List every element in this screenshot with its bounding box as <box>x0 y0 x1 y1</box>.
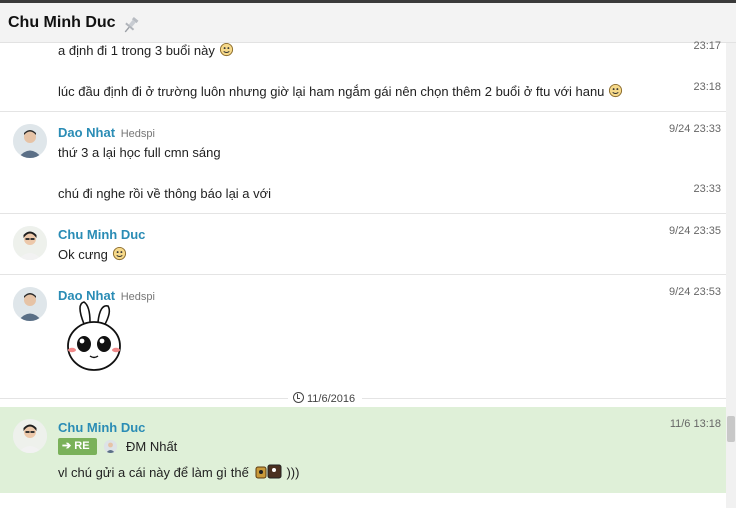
sender-name[interactable]: Chu Minh Duc <box>58 227 145 242</box>
message-text: a định đi 1 trong 3 buổi này <box>58 42 234 58</box>
emoticon-icon <box>255 464 282 479</box>
smiley-icon <box>112 246 126 261</box>
avatar[interactable] <box>13 124 47 158</box>
message-time: 23:17 <box>693 40 721 52</box>
sender-org: Hedspi <box>120 128 155 140</box>
avatar[interactable] <box>13 419 47 453</box>
sticker-image[interactable] <box>62 300 126 374</box>
reply-avatar <box>104 440 117 453</box>
arrow-right-icon: ➔ <box>62 440 72 452</box>
sender-name[interactable]: Chu Minh Duc <box>58 420 145 435</box>
smiley-icon <box>609 83 623 98</box>
chat-header: Chu Minh Duc <box>0 3 736 43</box>
message-text: thứ 3 a lại học full cmn sáng <box>58 145 221 160</box>
reply-target-name: ĐM Nhất <box>126 439 178 454</box>
message-text: Ok cưng <box>58 246 127 262</box>
message-time: 11/6 13:18 <box>669 418 721 430</box>
avatar[interactable] <box>13 226 47 260</box>
sender-name[interactable]: Dao Nhat Hedspi <box>58 125 155 140</box>
divider <box>0 111 726 112</box>
message-time: 23:18 <box>693 81 721 93</box>
chat-title: Chu Minh Duc <box>8 14 116 31</box>
message-time: 9/24 23:33 <box>669 123 721 135</box>
message-time: 9/24 23:35 <box>669 225 721 237</box>
divider <box>0 213 726 214</box>
date-divider: 11/6/2016 <box>0 392 726 405</box>
pin-icon[interactable] <box>121 15 141 35</box>
avatar[interactable] <box>13 287 47 321</box>
clock-icon <box>293 392 304 403</box>
message-text: vl chú gửi a cái này để làm gì thế ))) <box>58 464 300 480</box>
divider <box>0 274 726 275</box>
message-time: 9/24 23:53 <box>669 286 721 298</box>
scrollbar-thumb[interactable] <box>727 416 735 442</box>
smiley-icon <box>219 42 233 57</box>
message-text: chú đi nghe rồi về thông báo lại a với <box>58 186 272 201</box>
message-text: lúc đầu định đi ở trường luôn nhưng giờ … <box>58 83 623 99</box>
message-time: 23:33 <box>693 183 721 195</box>
reply-badge[interactable]: ➔ RE <box>58 438 97 455</box>
